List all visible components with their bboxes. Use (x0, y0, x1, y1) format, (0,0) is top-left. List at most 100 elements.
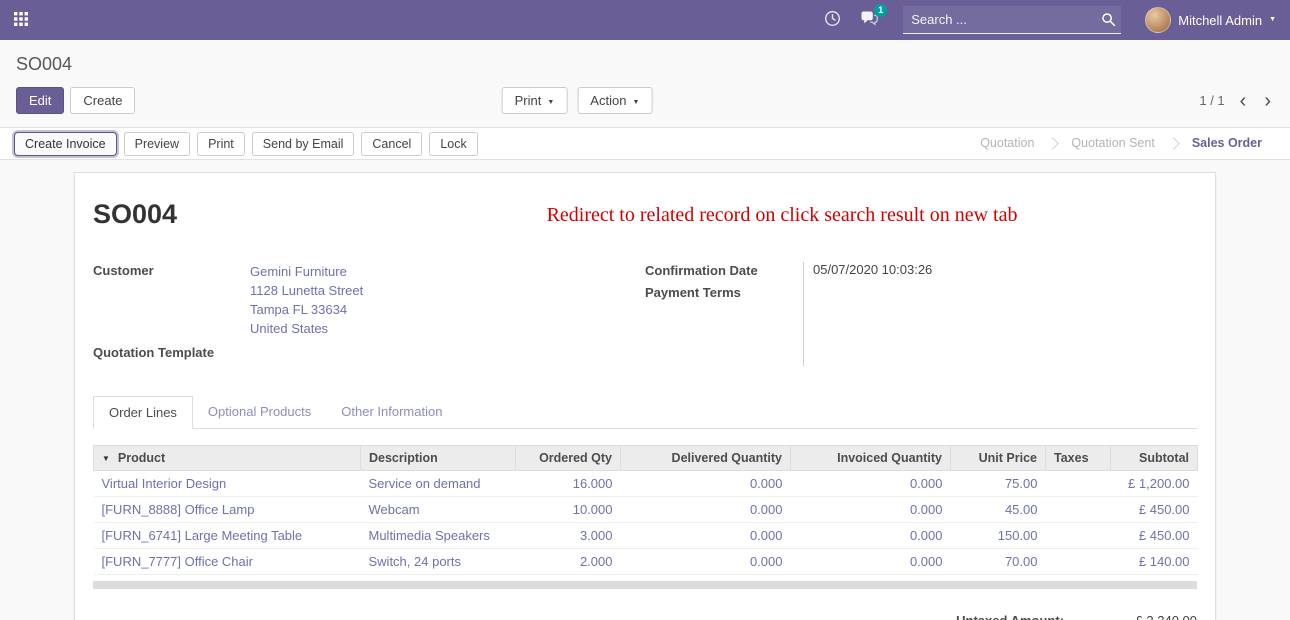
cell-product: [FURN_8888] Office Lamp (94, 497, 361, 523)
chevron-down-icon: ▼ (1269, 16, 1276, 23)
messages-button[interactable]: 1 (859, 10, 879, 30)
cell-ordered-qty: 2.000 (516, 549, 621, 575)
payment-terms-value[interactable] (813, 285, 932, 302)
sales-order-sheet: SO004 Redirect to related record on clic… (74, 172, 1216, 620)
cell-ordered-qty: 16.000 (516, 471, 621, 497)
header-taxes: Taxes (1046, 446, 1111, 471)
create-button[interactable]: Create (70, 87, 135, 114)
table-horizontal-scrollbar[interactable] (93, 581, 1197, 589)
table-row[interactable]: [FURN_7777] Office Chair Switch, 24 port… (94, 549, 1198, 575)
table-row[interactable]: [FURN_8888] Office Lamp Webcam 10.000 0.… (94, 497, 1198, 523)
notebook-tabs: Order Lines Optional Products Other Info… (93, 396, 1197, 429)
order-lines-table: ▼ Product Description Ordered Qty Deliver… (93, 445, 1198, 575)
control-panel: SO004 Edit Create Print ▼ Action ▼ 1 / 1 ‹… (0, 40, 1290, 127)
user-menu[interactable]: Mitchell Admin ▼ (1145, 7, 1276, 33)
preview-button[interactable]: Preview (124, 132, 190, 156)
header-invoiced-quantity: Invoiced Quantity (791, 446, 951, 471)
lock-button[interactable]: Lock (429, 132, 477, 156)
cell-taxes (1046, 471, 1111, 497)
statusbar: Create Invoice Preview Print Send by Ema… (0, 127, 1290, 160)
tab-order-lines[interactable]: Order Lines (93, 396, 193, 429)
header-delivered-quantity: Delivered Quantity (621, 446, 791, 471)
tab-other-information[interactable]: Other Information (326, 396, 457, 429)
action-dropdown-button[interactable]: Action ▼ (577, 87, 652, 114)
pager-value: 1 / 1 (1199, 93, 1224, 108)
tab-optional-products[interactable]: Optional Products (193, 396, 326, 429)
edit-button[interactable]: Edit (16, 87, 64, 114)
customer-link[interactable]: Gemini Furniture 1128 Lunetta Street Tam… (250, 262, 363, 338)
cell-invoiced-qty: 0.000 (791, 549, 951, 575)
customer-address-line: United States (250, 319, 363, 338)
confirmation-date-label: Confirmation Date (645, 262, 803, 278)
user-name: Mitchell Admin (1178, 13, 1262, 28)
header-product: ▼ Product (94, 446, 361, 471)
quotation-template-label: Quotation Template (93, 344, 250, 360)
cell-unit-price: 75.00 (951, 471, 1046, 497)
table-row[interactable]: Virtual Interior Design Service on deman… (94, 471, 1198, 497)
cell-product: [FURN_7777] Office Chair (94, 549, 361, 575)
cell-ordered-qty: 10.000 (516, 497, 621, 523)
cancel-button[interactable]: Cancel (361, 132, 422, 156)
totals-row: Untaxed Amount: £ 2,240.00 (93, 613, 1197, 620)
chevron-down-icon: ▼ (547, 99, 554, 106)
breadcrumb: SO004 (16, 54, 1274, 75)
cell-description: Switch, 24 ports (361, 549, 516, 575)
search-input[interactable] (903, 6, 1121, 34)
cell-delivered-qty: 0.000 (621, 523, 791, 549)
send-by-email-button[interactable]: Send by Email (252, 132, 355, 156)
cell-unit-price: 150.00 (951, 523, 1046, 549)
untaxed-amount-value: £ 2,240.00 (1102, 613, 1197, 620)
cell-unit-price: 45.00 (951, 497, 1046, 523)
table-row[interactable]: [FURN_6741] Large Meeting Table Multimed… (94, 523, 1198, 549)
search-icon[interactable] (1101, 12, 1116, 30)
header-unit-price: Unit Price (951, 446, 1046, 471)
print-button[interactable]: Print (197, 132, 245, 156)
header-product-label: Product (118, 451, 165, 465)
cell-subtotal: £ 140.00 (1111, 549, 1198, 575)
group-caret-icon[interactable]: ▼ (102, 454, 110, 463)
cell-taxes (1046, 549, 1111, 575)
message-count-badge: 1 (874, 4, 887, 17)
apps-grid-icon (14, 12, 28, 29)
table-header-row: ▼ Product Description Ordered Qty Deliver… (94, 446, 1198, 471)
action-dropdown-label: Action (590, 93, 626, 108)
cell-product: [FURN_6741] Large Meeting Table (94, 523, 361, 549)
print-dropdown-label: Print (515, 93, 542, 108)
customer-address-line: 1128 Lunetta Street (250, 281, 363, 300)
activities-button[interactable] (824, 10, 841, 30)
cell-description: Service on demand (361, 471, 516, 497)
customer-name[interactable]: Gemini Furniture (250, 262, 363, 281)
annotation-text: Redirect to related record on click sear… (177, 199, 1197, 227)
navbar-search (903, 6, 1121, 34)
cell-subtotal: £ 450.00 (1111, 497, 1198, 523)
cell-taxes (1046, 497, 1111, 523)
header-description: Description (361, 446, 516, 471)
status-step-quotation-sent[interactable]: Quotation Sent (1055, 128, 1170, 159)
page-title: SO004 (93, 199, 177, 230)
cell-delivered-qty: 0.000 (621, 471, 791, 497)
clock-icon (824, 10, 841, 30)
payment-terms-label: Payment Terms (645, 284, 803, 300)
create-invoice-button[interactable]: Create Invoice (14, 132, 117, 156)
cell-invoiced-qty: 0.000 (791, 471, 951, 497)
cell-subtotal: £ 1,200.00 (1111, 471, 1198, 497)
pager-previous-button[interactable]: ‹ (1237, 91, 1250, 111)
cell-subtotal: £ 450.00 (1111, 523, 1198, 549)
cell-product: Virtual Interior Design (94, 471, 361, 497)
cell-taxes (1046, 523, 1111, 549)
pager-next-button[interactable]: › (1261, 91, 1274, 111)
print-dropdown-button[interactable]: Print ▼ (502, 87, 568, 114)
confirmation-date-value: 05/07/2020 10:03:26 (813, 262, 932, 279)
top-navbar: 1 Mitchell Admin ▼ (0, 0, 1290, 40)
cell-ordered-qty: 3.000 (516, 523, 621, 549)
chevron-down-icon: ▼ (632, 99, 639, 106)
cell-invoiced-qty: 0.000 (791, 523, 951, 549)
apps-menu-button[interactable] (14, 12, 28, 29)
status-step-sales-order[interactable]: Sales Order (1176, 128, 1278, 159)
status-step-quotation[interactable]: Quotation (964, 128, 1050, 159)
cell-delivered-qty: 0.000 (621, 549, 791, 575)
header-ordered-qty: Ordered Qty (516, 446, 621, 471)
cell-description: Webcam (361, 497, 516, 523)
customer-label: Customer (93, 262, 250, 338)
cell-unit-price: 70.00 (951, 549, 1046, 575)
